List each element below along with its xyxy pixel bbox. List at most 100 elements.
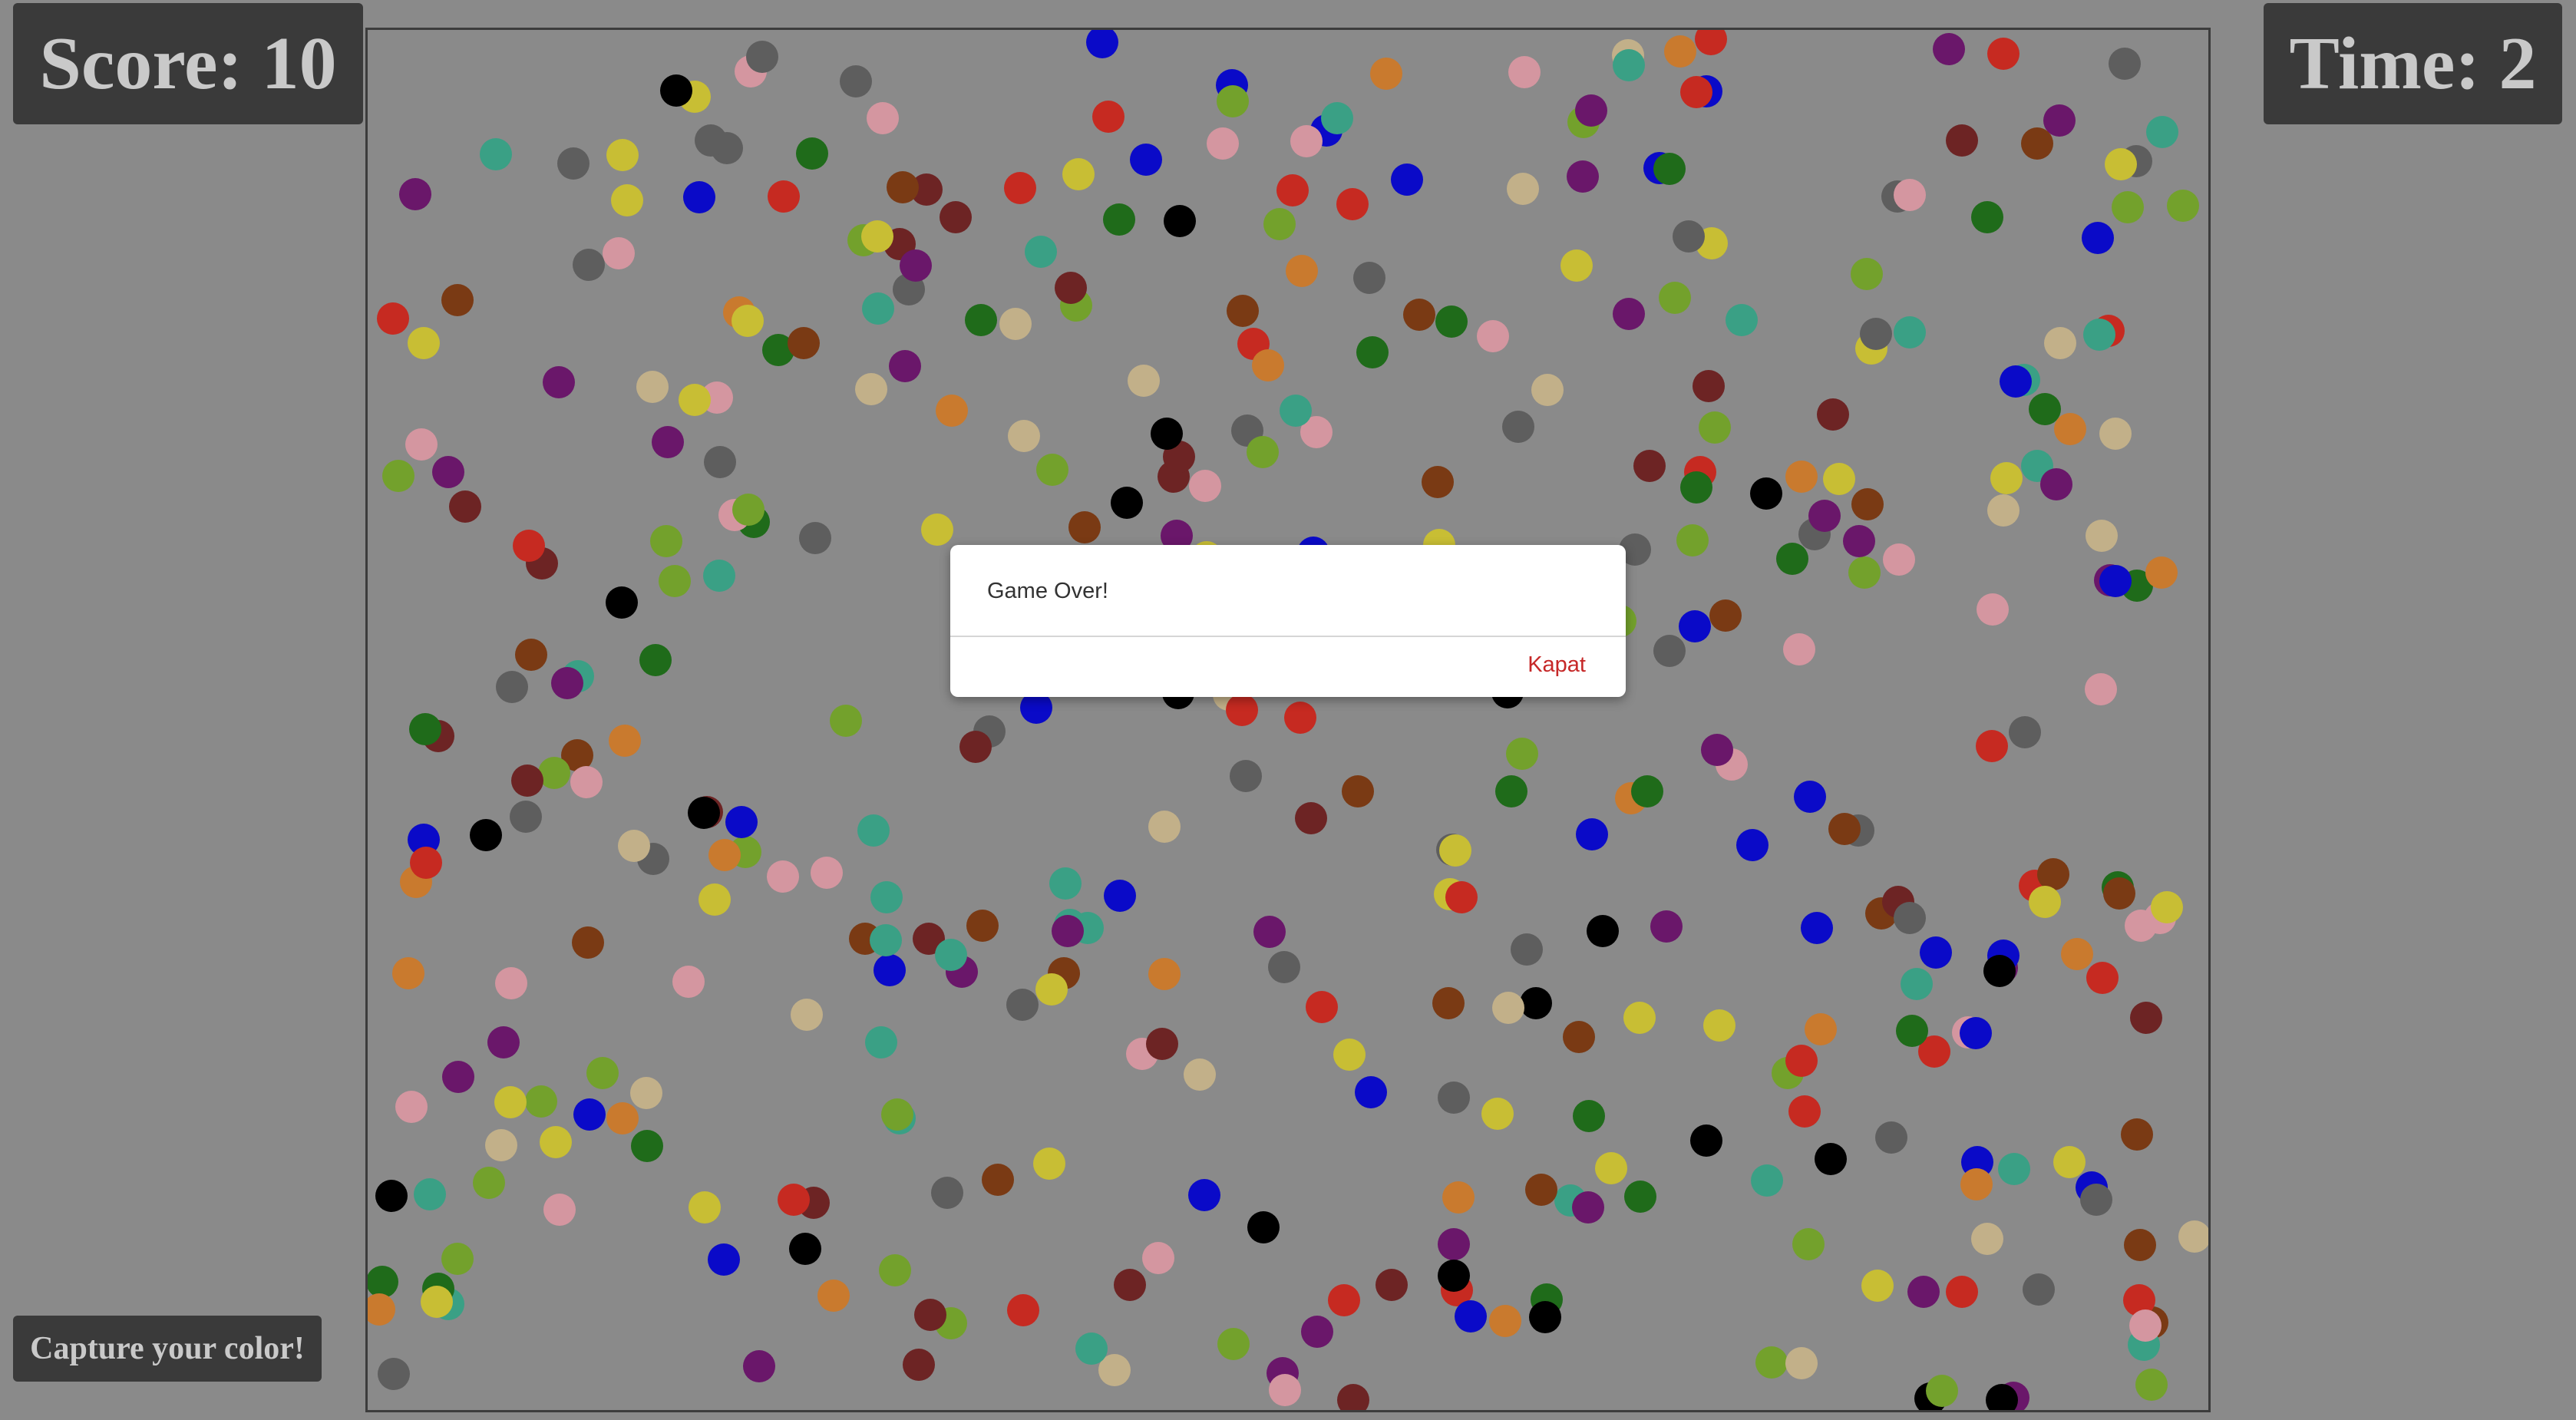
color-dot[interactable] [1792, 1228, 1825, 1260]
color-dot[interactable] [639, 644, 672, 676]
color-dot[interactable] [1633, 450, 1666, 482]
color-dot[interactable] [887, 171, 919, 203]
color-dot[interactable] [965, 304, 997, 336]
color-dot[interactable] [409, 713, 441, 745]
color-dot[interactable] [2112, 191, 2144, 223]
color-dot[interactable] [1788, 1095, 1821, 1128]
color-dot[interactable] [1785, 461, 1818, 493]
color-dot[interactable] [1693, 370, 1725, 402]
color-dot[interactable] [1355, 1076, 1387, 1108]
color-dot[interactable] [1333, 1039, 1366, 1071]
color-dot[interactable] [914, 1299, 946, 1331]
color-dot[interactable] [650, 525, 682, 557]
color-dot[interactable] [421, 1286, 453, 1318]
color-dot[interactable] [1495, 775, 1527, 807]
color-dot[interactable] [1252, 349, 1284, 381]
color-dot[interactable] [778, 1184, 810, 1216]
color-dot[interactable] [1489, 1305, 1521, 1337]
color-dot[interactable] [1576, 818, 1608, 850]
color-dot[interactable] [1356, 336, 1389, 368]
color-dot[interactable] [603, 237, 635, 269]
color-dot[interactable] [1336, 188, 1369, 220]
color-dot[interactable] [1703, 1009, 1735, 1042]
color-dot[interactable] [683, 181, 715, 213]
color-dot[interactable] [1920, 936, 1952, 969]
color-dot[interactable] [1998, 1153, 2030, 1185]
color-dot[interactable] [1006, 989, 1039, 1021]
color-dot[interactable] [515, 639, 547, 671]
color-dot[interactable] [1301, 1316, 1333, 1348]
color-dot[interactable] [1008, 420, 1040, 452]
color-dot[interactable] [1507, 173, 1539, 205]
color-dot[interactable] [1092, 101, 1125, 133]
color-dot[interactable] [732, 305, 764, 337]
color-dot[interactable] [2009, 716, 2041, 748]
color-dot[interactable] [540, 1126, 572, 1158]
color-dot[interactable] [1907, 1276, 1940, 1308]
color-dot[interactable] [1391, 163, 1423, 196]
color-dot[interactable] [1699, 411, 1731, 444]
color-dot[interactable] [405, 428, 438, 461]
color-dot[interactable] [1432, 987, 1465, 1019]
color-dot[interactable] [695, 124, 727, 157]
color-dot[interactable] [1755, 1346, 1788, 1379]
color-dot[interactable] [375, 1180, 408, 1212]
color-dot[interactable] [1653, 635, 1686, 667]
color-dot[interactable] [487, 1026, 520, 1058]
color-dot[interactable] [1983, 955, 2016, 987]
color-dot[interactable] [870, 881, 903, 913]
color-dot[interactable] [1321, 102, 1353, 134]
color-dot[interactable] [799, 522, 831, 554]
color-dot[interactable] [2109, 48, 2141, 80]
color-dot[interactable] [708, 839, 741, 871]
color-dot[interactable] [2130, 1002, 2162, 1034]
color-dot[interactable] [1276, 174, 1309, 206]
color-dot[interactable] [2146, 116, 2178, 148]
color-dot[interactable] [1247, 436, 1279, 468]
color-dot[interactable] [789, 1233, 821, 1265]
color-dot[interactable] [1508, 56, 1541, 88]
color-dot[interactable] [1146, 1028, 1178, 1060]
color-dot[interactable] [392, 957, 424, 989]
color-dot[interactable] [1269, 1374, 1301, 1406]
color-dot[interactable] [1477, 320, 1509, 352]
color-dot[interactable] [1439, 834, 1471, 867]
color-dot[interactable] [732, 494, 765, 526]
color-dot[interactable] [609, 725, 641, 757]
color-dot[interactable] [1164, 205, 1196, 237]
color-dot[interactable] [1894, 316, 1926, 348]
color-dot[interactable] [1971, 201, 2003, 233]
color-dot[interactable] [1946, 1276, 1978, 1308]
color-dot[interactable] [1370, 58, 1402, 90]
color-dot[interactable] [1977, 593, 2009, 626]
color-dot[interactable] [1631, 775, 1663, 807]
color-dot[interactable] [432, 456, 464, 488]
color-dot[interactable] [1438, 1228, 1470, 1260]
color-dot[interactable] [1851, 258, 1883, 290]
color-dot[interactable] [1492, 992, 1524, 1024]
color-dot[interactable] [1111, 487, 1143, 519]
color-dot[interactable] [840, 65, 872, 97]
color-dot[interactable] [1690, 1124, 1722, 1157]
color-dot[interactable] [1613, 298, 1645, 330]
close-button[interactable]: Kapat [1527, 652, 1586, 678]
color-dot[interactable] [1843, 525, 1875, 557]
color-dot[interactable] [746, 41, 778, 73]
color-dot[interactable] [1263, 208, 1296, 240]
color-dot[interactable] [867, 102, 899, 134]
playfield[interactable] [365, 28, 2211, 1412]
color-dot[interactable] [811, 857, 843, 889]
color-dot[interactable] [1438, 1260, 1470, 1292]
color-dot[interactable] [1353, 262, 1385, 294]
color-dot[interactable] [410, 847, 442, 879]
color-dot[interactable] [442, 1061, 474, 1093]
color-dot[interactable] [378, 1358, 410, 1390]
color-dot[interactable] [999, 308, 1032, 340]
color-dot[interactable] [788, 327, 820, 359]
color-dot[interactable] [1148, 958, 1181, 990]
color-dot[interactable] [2080, 1184, 2112, 1216]
color-dot[interactable] [1987, 494, 2020, 527]
color-dot[interactable] [2023, 1273, 2055, 1306]
color-dot[interactable] [570, 766, 603, 798]
color-dot[interactable] [1783, 633, 1815, 665]
